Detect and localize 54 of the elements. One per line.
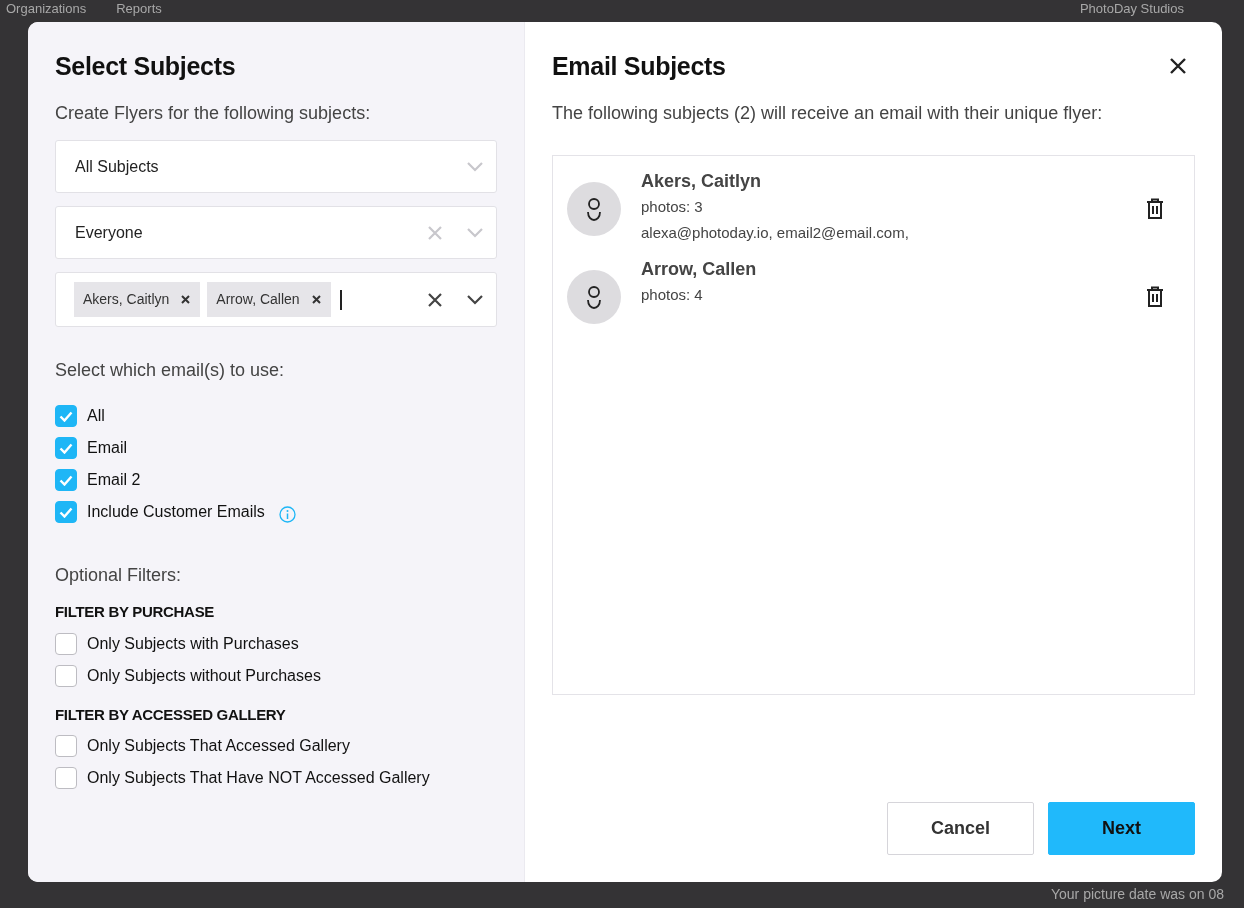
checkbox[interactable] xyxy=(55,767,77,789)
remove-icon[interactable] xyxy=(181,295,191,304)
checkbox-label: Only Subjects without Purchases xyxy=(87,665,321,686)
info-icon[interactable] xyxy=(278,505,296,523)
studio-name: PhotoDay Studios xyxy=(1079,2,1184,16)
checkbox-label: Only Subjects That Accessed Gallery xyxy=(87,736,350,756)
checkmark-icon xyxy=(59,410,73,422)
instruction-text: Create Flyers for the following subjects: xyxy=(55,102,372,125)
checkmark-icon xyxy=(59,506,73,518)
checkbox[interactable] xyxy=(55,501,77,523)
photo-count: photos: 4 xyxy=(641,285,704,305)
section-label: Select which email(s) to use: xyxy=(55,359,286,382)
picture-date-note: Your picture date was on 08 xyxy=(1049,885,1225,904)
subject-name: Arrow, Callen xyxy=(641,258,758,281)
checkbox[interactable] xyxy=(55,469,77,491)
clear-icon[interactable] xyxy=(428,292,442,307)
checkbox-label: Email 2 xyxy=(87,470,141,490)
close-icon[interactable] xyxy=(1169,57,1187,75)
photo-count: photos: 3 xyxy=(641,197,704,217)
filter-heading: FILTER BY PURCHASE xyxy=(55,602,216,622)
subject-emails: alexa@photoday.io, email2@email.com, xyxy=(641,223,910,243)
checkbox-label: Only Subjects That Have NOT Accessed Gallery xyxy=(87,768,430,788)
checkmark-icon xyxy=(59,474,73,486)
avatar-icon xyxy=(567,270,621,324)
checkbox-label: Email xyxy=(87,438,127,458)
text-cursor xyxy=(339,289,342,310)
checkbox[interactable] xyxy=(55,735,77,757)
trash-icon[interactable] xyxy=(1146,198,1164,220)
nav-link-text: Organizations xyxy=(6,2,87,16)
selected-tag: Arrow, Callen xyxy=(207,282,331,317)
select-field[interactable]: Akers, Caitlyn Arrow, Callen xyxy=(55,272,497,327)
checkbox-label: Include Customer Emails xyxy=(87,502,265,522)
next-button[interactable]: Next xyxy=(1048,802,1195,855)
nav-link-text: Reports xyxy=(116,2,162,16)
checkbox-label: Only Subjects with Purchases xyxy=(87,633,299,654)
checkbox[interactable] xyxy=(55,664,77,687)
checkbox[interactable] xyxy=(55,437,77,459)
subject-name: Akers, Caitlyn xyxy=(641,170,763,193)
panel-title: Email Subjects xyxy=(552,51,726,82)
section-label: Optional Filters: xyxy=(55,564,183,587)
checkbox[interactable] xyxy=(55,632,77,655)
cancel-button[interactable]: Cancel xyxy=(887,802,1034,855)
checkbox-label: All xyxy=(87,406,105,426)
checkbox[interactable] xyxy=(55,405,77,427)
filter-heading: FILTER BY ACCESSED GALLERY xyxy=(55,704,287,725)
chevron-down-icon[interactable] xyxy=(466,293,484,306)
trash-icon[interactable] xyxy=(1146,286,1164,308)
description-text: The following subjects (2) will receive an email with their unique flyer: xyxy=(552,102,1104,125)
avatar-icon xyxy=(567,182,621,236)
selected-tag: Akers, Caitlyn xyxy=(74,282,201,317)
checkmark-icon xyxy=(59,442,73,454)
panel-title: Select Subjects xyxy=(55,51,237,82)
remove-icon[interactable] xyxy=(311,295,321,304)
select-field[interactable]: All Subjects xyxy=(55,140,497,193)
